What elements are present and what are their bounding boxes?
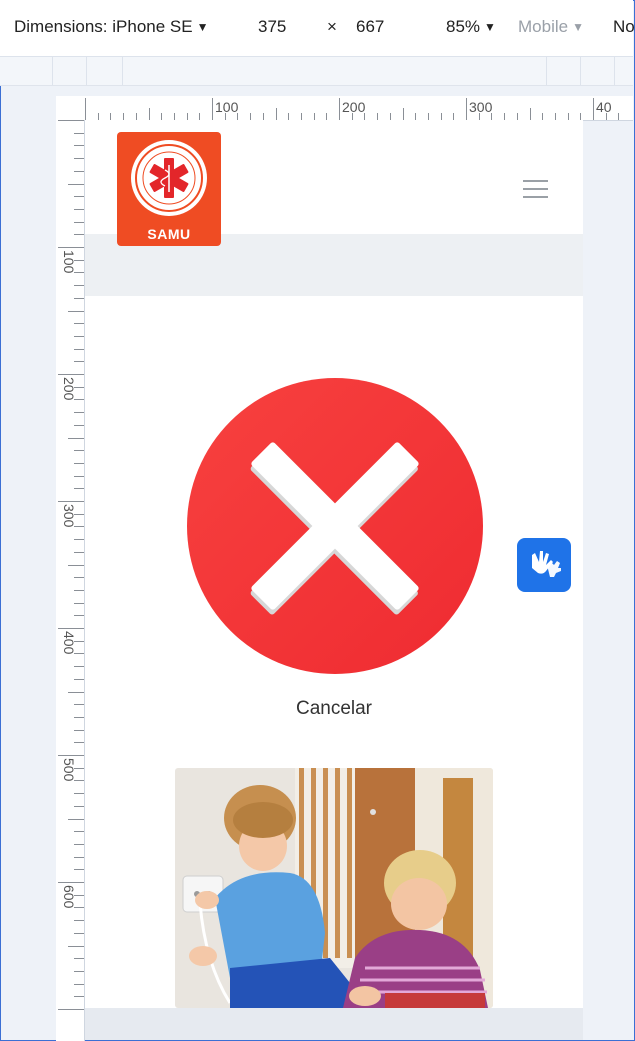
device-toolbar: Dimensions: iPhone SE ▼ 375 × 667 85% ▼ Mo… bbox=[0, 0, 635, 57]
ruler-vertical: 100 200 300 400 500 600 bbox=[56, 120, 85, 1041]
viewport-bottom-area bbox=[85, 1008, 583, 1040]
throttling-dropdown[interactable]: No bbox=[613, 17, 635, 37]
ruler-label: 100 bbox=[215, 99, 239, 115]
cancel-button[interactable] bbox=[185, 376, 485, 676]
ruler-label: 300 bbox=[469, 99, 493, 115]
zoom-dropdown[interactable]: 85% ▼ bbox=[446, 17, 496, 37]
media-query-bar[interactable] bbox=[0, 57, 633, 86]
ruler-corner bbox=[56, 96, 85, 120]
samu-logo[interactable]: SAMU bbox=[117, 132, 221, 246]
ruler-label: 300 bbox=[61, 504, 77, 528]
ruler-label: 200 bbox=[342, 99, 366, 115]
ruler-label: 200 bbox=[61, 377, 77, 401]
ruler-label: 100 bbox=[61, 250, 77, 274]
cancel-label: Cancelar bbox=[295, 698, 373, 719]
ruler-label: 500 bbox=[61, 758, 77, 782]
ruler-label: 400 bbox=[61, 631, 77, 655]
device-type-label: Mobile bbox=[518, 17, 569, 36]
close-circle-icon bbox=[187, 378, 483, 674]
device-dimensions-dropdown[interactable]: Dimensions: iPhone SE ▼ bbox=[14, 17, 208, 37]
device-viewport: SAMU Cancelar bbox=[85, 120, 583, 1008]
ruler-vertical-ticks: 100 200 300 400 500 600 bbox=[58, 120, 84, 1010]
viewport-height-input[interactable]: 667 bbox=[356, 17, 384, 37]
children-outlet-photo bbox=[175, 768, 493, 1008]
ruler-label: 40 bbox=[596, 99, 612, 115]
ruler-label: 600 bbox=[61, 885, 77, 909]
zoom-label: 85% bbox=[446, 17, 481, 36]
star-of-life-emblem-icon bbox=[131, 140, 207, 216]
vlibras-accessibility-button[interactable] bbox=[517, 538, 571, 592]
photo-illustration bbox=[175, 768, 493, 1008]
device-dimensions-label: Dimensions: iPhone SE bbox=[14, 17, 193, 36]
chevron-down-icon: ▼ bbox=[484, 20, 496, 34]
hamburger-menu-button[interactable] bbox=[523, 180, 549, 200]
ruler-horizontal: 100 200 300 40 bbox=[85, 96, 633, 121]
logo-text: SAMU bbox=[147, 226, 191, 242]
sign-language-hands-icon bbox=[532, 551, 561, 577]
chevron-down-icon: ▼ bbox=[572, 20, 584, 34]
viewport-width-input[interactable]: 375 bbox=[258, 17, 286, 37]
times-separator: × bbox=[327, 17, 337, 36]
device-type-dropdown[interactable]: Mobile ▼ bbox=[518, 17, 584, 37]
chevron-down-icon: ▼ bbox=[196, 20, 209, 34]
ruler-horizontal-ticks: 100 200 300 40 bbox=[85, 98, 619, 120]
